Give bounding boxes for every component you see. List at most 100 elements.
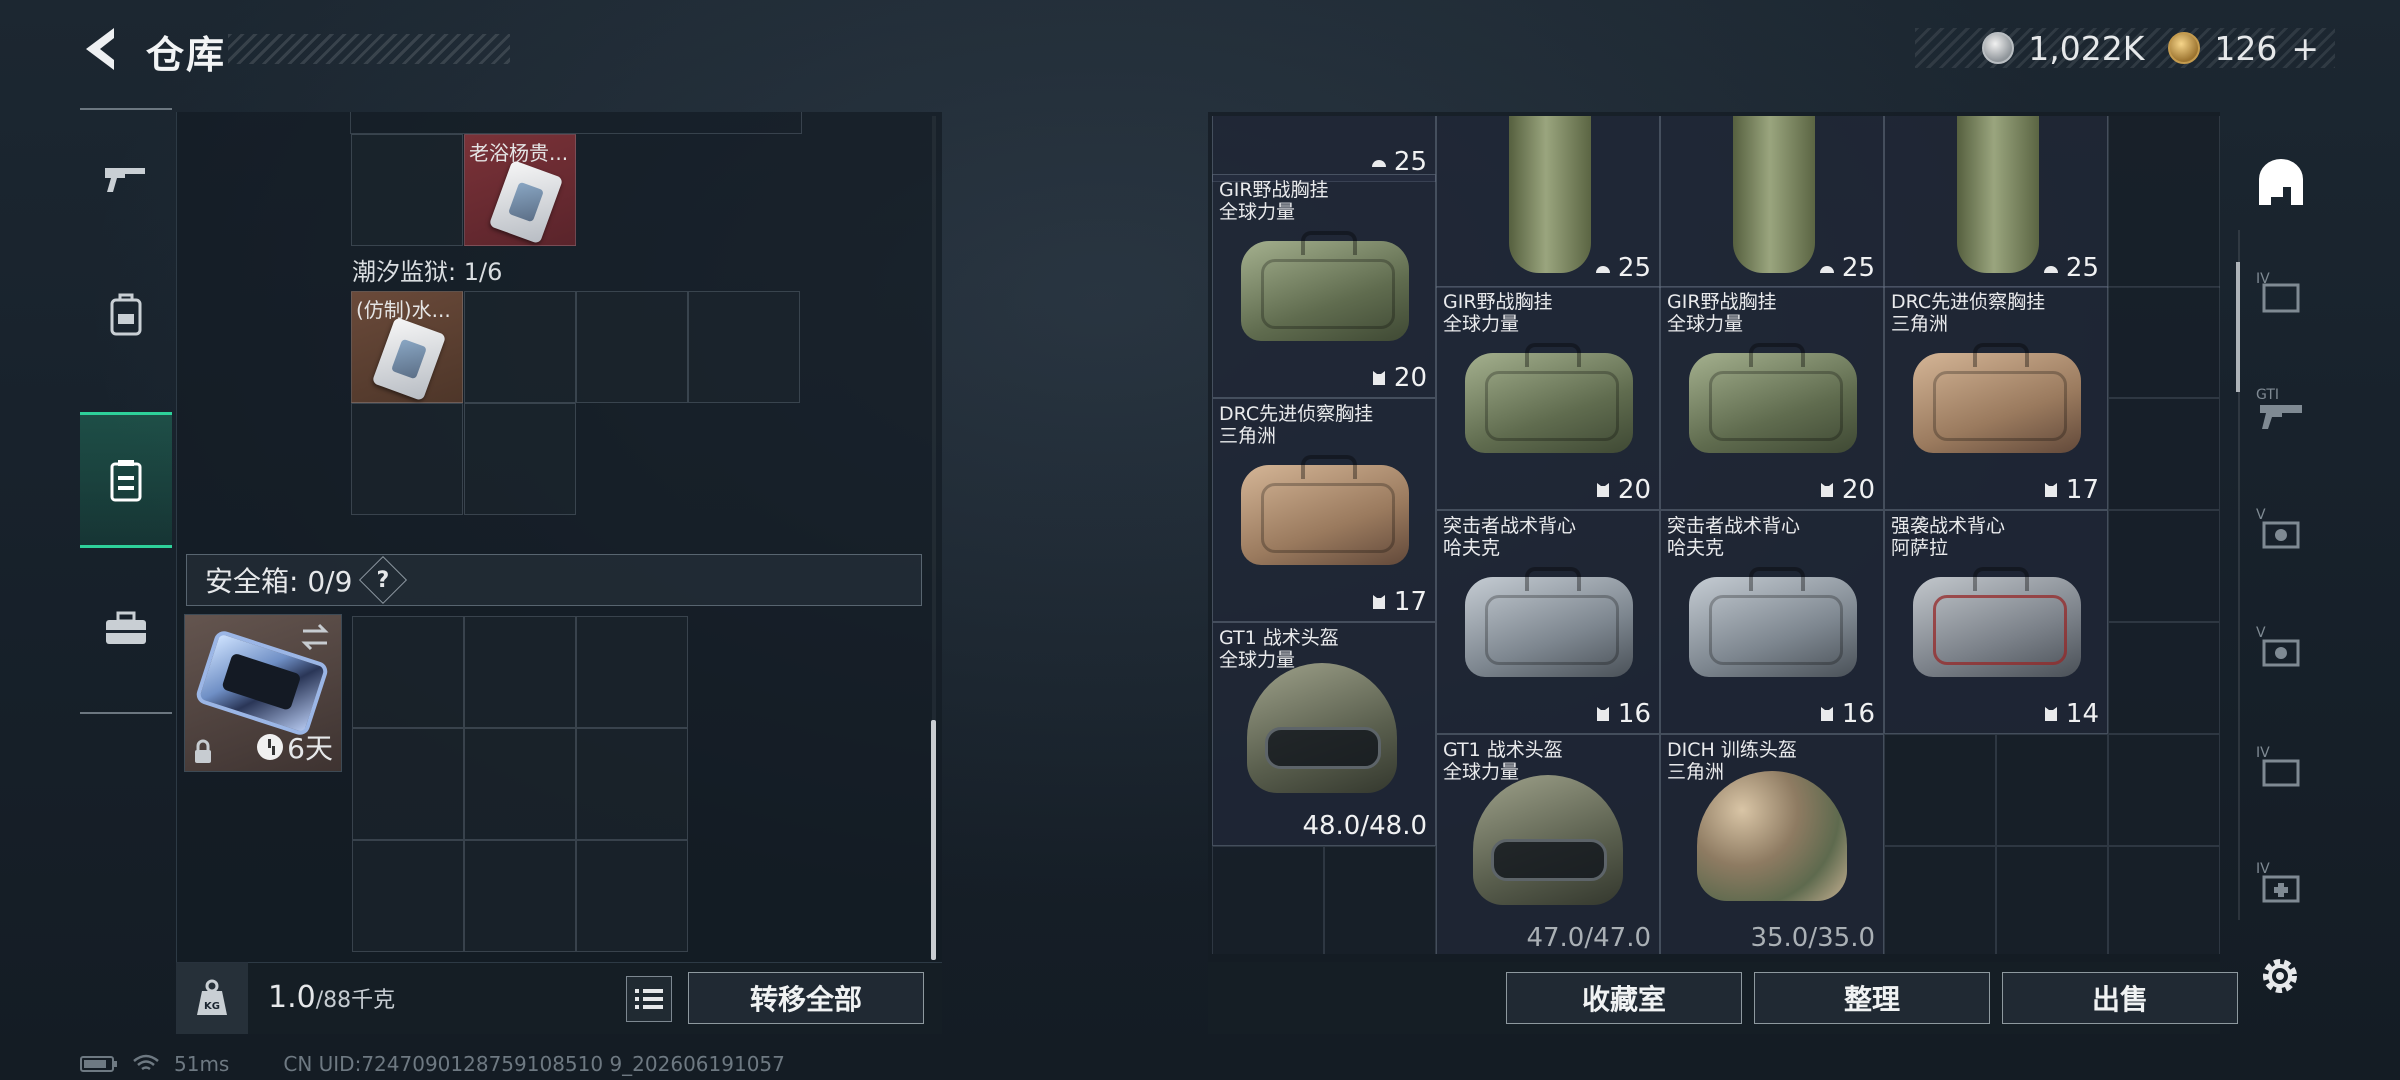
svg-text:V: V [2256,507,2266,523]
grid-cell[interactable] [464,291,576,403]
storage-item[interactable]: GIR野战胸挂 全球力量 20 [1436,286,1660,510]
grid-cell[interactable] [2108,510,2220,622]
item-image [1465,343,1633,453]
vest-small-icon [1596,483,1609,497]
storage-filter-nav: IV GTI V V IV IV [2238,126,2324,926]
filter-tier[interactable]: IV [2238,726,2324,806]
grid-cell[interactable] [351,134,463,246]
inventory-item[interactable]: 老浴杨贵... [464,134,576,246]
list-view-button[interactable] [626,976,672,1022]
safe-grid-cell[interactable] [464,840,576,952]
storage-item[interactable]: 25 [1436,116,1660,288]
filter-tier[interactable]: GTI [2238,368,2324,448]
grid-cell[interactable] [1996,734,2108,846]
vest-small-icon [1820,483,1833,497]
sell-button[interactable]: 出售 [2002,972,2238,1024]
storage-item[interactable]: 25 [1212,116,1436,182]
help-button[interactable]: ? [359,555,408,605]
storage-item[interactable]: DICH 训练头盔 三角洲 35.0/35.0 [1660,734,1884,954]
silver-coin-icon [1982,32,2015,64]
helmet-small-icon [2043,266,2058,273]
item-name: DRC先进侦察胸挂 三角洲 [1891,291,2046,335]
grid-cell[interactable] [351,403,463,515]
storage-item[interactable]: 25 [1660,116,1884,288]
storage-item[interactable]: 强袭战术背心 阿萨拉 14 [1884,510,2108,734]
transfer-all-button[interactable]: 转移全部 [688,972,924,1024]
grid-cell[interactable] [2108,286,2220,398]
title-stripe [228,34,510,64]
grid-cell[interactable] [688,291,800,403]
settings-gear-icon[interactable] [2256,952,2304,1000]
safe-grid-cell[interactable] [576,616,688,728]
item-capacity: 20 [1818,475,1875,505]
safe-grid-cell[interactable] [464,728,576,840]
inventory-scrollbar[interactable] [931,720,936,960]
safe-grid-cell[interactable] [352,840,464,952]
storage-item[interactable]: DRC先进侦察胸挂 三角洲 17 [1212,398,1436,622]
safe-grid-cell[interactable] [576,840,688,952]
svg-text:IV: IV [2256,861,2270,877]
filter-tier[interactable]: IV [2238,842,2324,922]
safe-timer-text: 6天 [287,732,333,765]
grid-cell[interactable] [2108,398,2220,510]
left-category-nav [80,108,172,714]
item-image [1689,343,1857,453]
storage-item[interactable]: 突击者战术背心 哈夫克 16 [1660,510,1884,734]
back-button[interactable] [78,24,124,74]
storage-item[interactable]: 25 [1884,116,2108,288]
item-name: 突击者战术背心 哈夫克 [1443,515,1577,559]
storage-item[interactable]: GIR野战胸挂 全球力量 20 [1660,286,1884,510]
safe-box-item[interactable]: 6天 [184,614,342,772]
svg-text:GTI: GTI [2256,387,2279,403]
filter-all[interactable] [2238,142,2324,222]
safe-grid-cell[interactable] [576,728,688,840]
grid-cell[interactable] [2108,622,2220,734]
list-icon [635,989,663,1009]
storage-item[interactable]: 突击者战术背心 哈夫克 16 [1436,510,1660,734]
safe-grid-cell[interactable] [352,728,464,840]
grid-cell[interactable] [1996,846,2108,954]
inventory-item[interactable]: (仿制)水... [351,291,463,403]
card-item-icon [371,316,447,402]
filter-tier[interactable]: V [2238,488,2324,568]
vest-tier-icon: V [2256,507,2300,549]
grid-cell[interactable] [2108,846,2220,954]
organize-button[interactable]: 整理 [1754,972,1990,1024]
grid-cell[interactable] [576,291,688,403]
nav-weapons[interactable] [80,110,172,246]
nav-backpacks[interactable] [80,246,172,382]
filter-tier[interactable]: V [2238,606,2324,686]
grid-cell[interactable] [1884,846,1996,954]
collection-room-button[interactable]: 收藏室 [1506,972,1742,1024]
safe-grid-cell[interactable] [352,616,464,728]
wifi-icon [133,1054,159,1071]
storage-item[interactable]: GIR野战胸挂 全球力量 20 [1212,174,1436,398]
item-capacity: 25 [1818,253,1875,283]
item-image [1913,343,2081,453]
item-image [1509,116,1591,273]
nav-containers[interactable] [80,412,172,548]
grid-cell[interactable] [2108,116,2220,288]
filter-tier[interactable]: IV [2238,252,2324,332]
add-currency-button[interactable]: + [2291,29,2319,68]
storage-item[interactable]: GT1 战术头盔 全球力量 47.0/47.0 [1436,734,1660,954]
item-capacity: 25 [1370,147,1427,177]
grid-cell[interactable] [2108,734,2220,846]
weight-current: 1.0 [268,980,316,1015]
safe-grid-cell[interactable] [464,616,576,728]
weight-icon-box: KG [176,962,248,1034]
section-label: 潮汐监狱: 1/6 [352,258,503,286]
helmet-small-icon [1595,266,1610,273]
storage-item[interactable]: DRC先进侦察胸挂 三角洲 17 [1884,286,2108,510]
grid-cell[interactable] [464,403,576,515]
item-capacity: 25 [1594,253,1651,283]
svg-text:KG: KG [204,1001,220,1012]
med-tier-icon: IV [2256,861,2300,903]
grid-cell[interactable] [1884,734,1996,846]
grid-cell[interactable] [1324,846,1436,954]
grid-cell[interactable] [1212,846,1324,954]
nav-toolbox[interactable] [80,560,172,696]
item-capacity: 25 [2042,253,2099,283]
gold-coin-icon [2168,32,2201,64]
storage-item[interactable]: GT1 战术头盔 全球力量 48.0/48.0 [1212,622,1436,846]
